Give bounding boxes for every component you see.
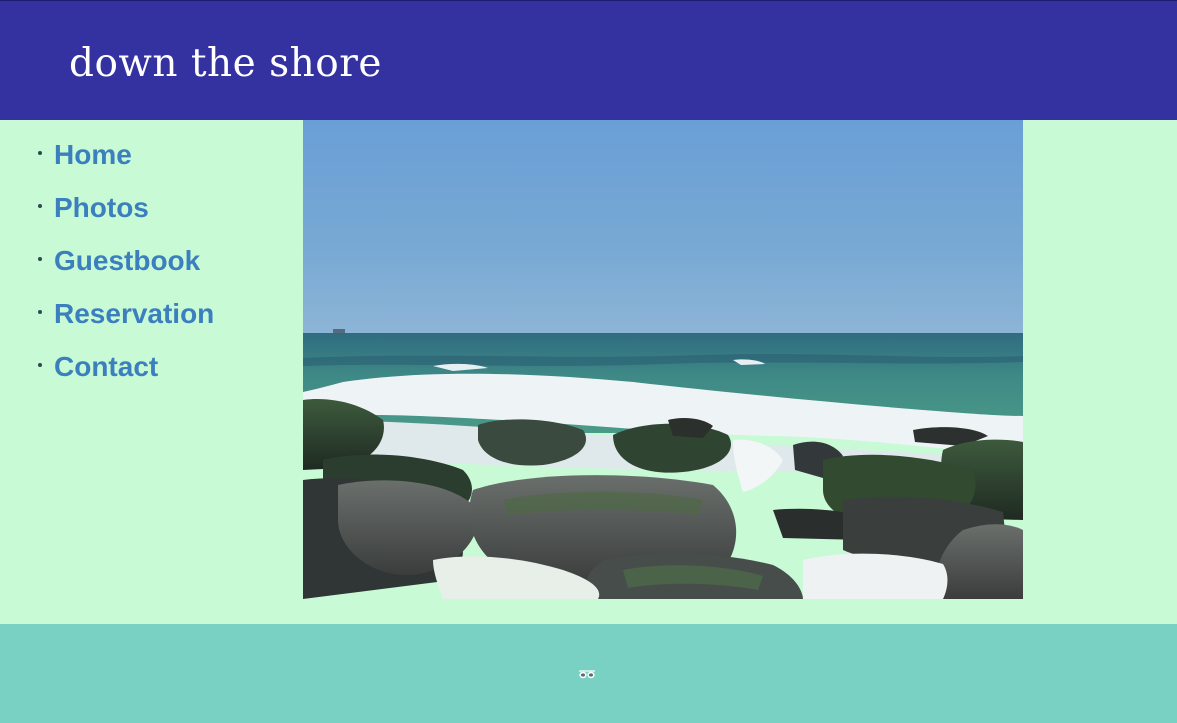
beach-rocks-photo xyxy=(303,120,1023,599)
nav-item-guestbook: Guestbook xyxy=(0,244,290,297)
nav-link-photos[interactable]: Photos xyxy=(54,189,149,227)
site-header: down the shore xyxy=(0,0,1177,120)
site-title: down the shore xyxy=(69,41,382,86)
bullet-icon xyxy=(38,363,42,367)
nav-item-photos: Photos xyxy=(0,191,290,244)
nav-link-reservation[interactable]: Reservation xyxy=(54,295,214,333)
site-footer xyxy=(0,624,1177,723)
bullet-icon xyxy=(38,257,42,261)
main-content: Home Photos Guestbook Reservation Contac… xyxy=(0,120,1177,624)
sunglasses-icon xyxy=(579,670,595,679)
nav-item-home: Home xyxy=(0,138,290,191)
nav-link-guestbook[interactable]: Guestbook xyxy=(54,242,200,280)
nav-link-contact[interactable]: Contact xyxy=(54,348,158,386)
nav-item-reservation: Reservation xyxy=(0,297,290,350)
main-nav: Home Photos Guestbook Reservation Contac… xyxy=(0,138,290,403)
bullet-icon xyxy=(38,310,42,314)
bullet-icon xyxy=(38,151,42,155)
bullet-icon xyxy=(38,204,42,208)
nav-item-contact: Contact xyxy=(0,350,290,403)
nav-link-home[interactable]: Home xyxy=(54,136,132,174)
